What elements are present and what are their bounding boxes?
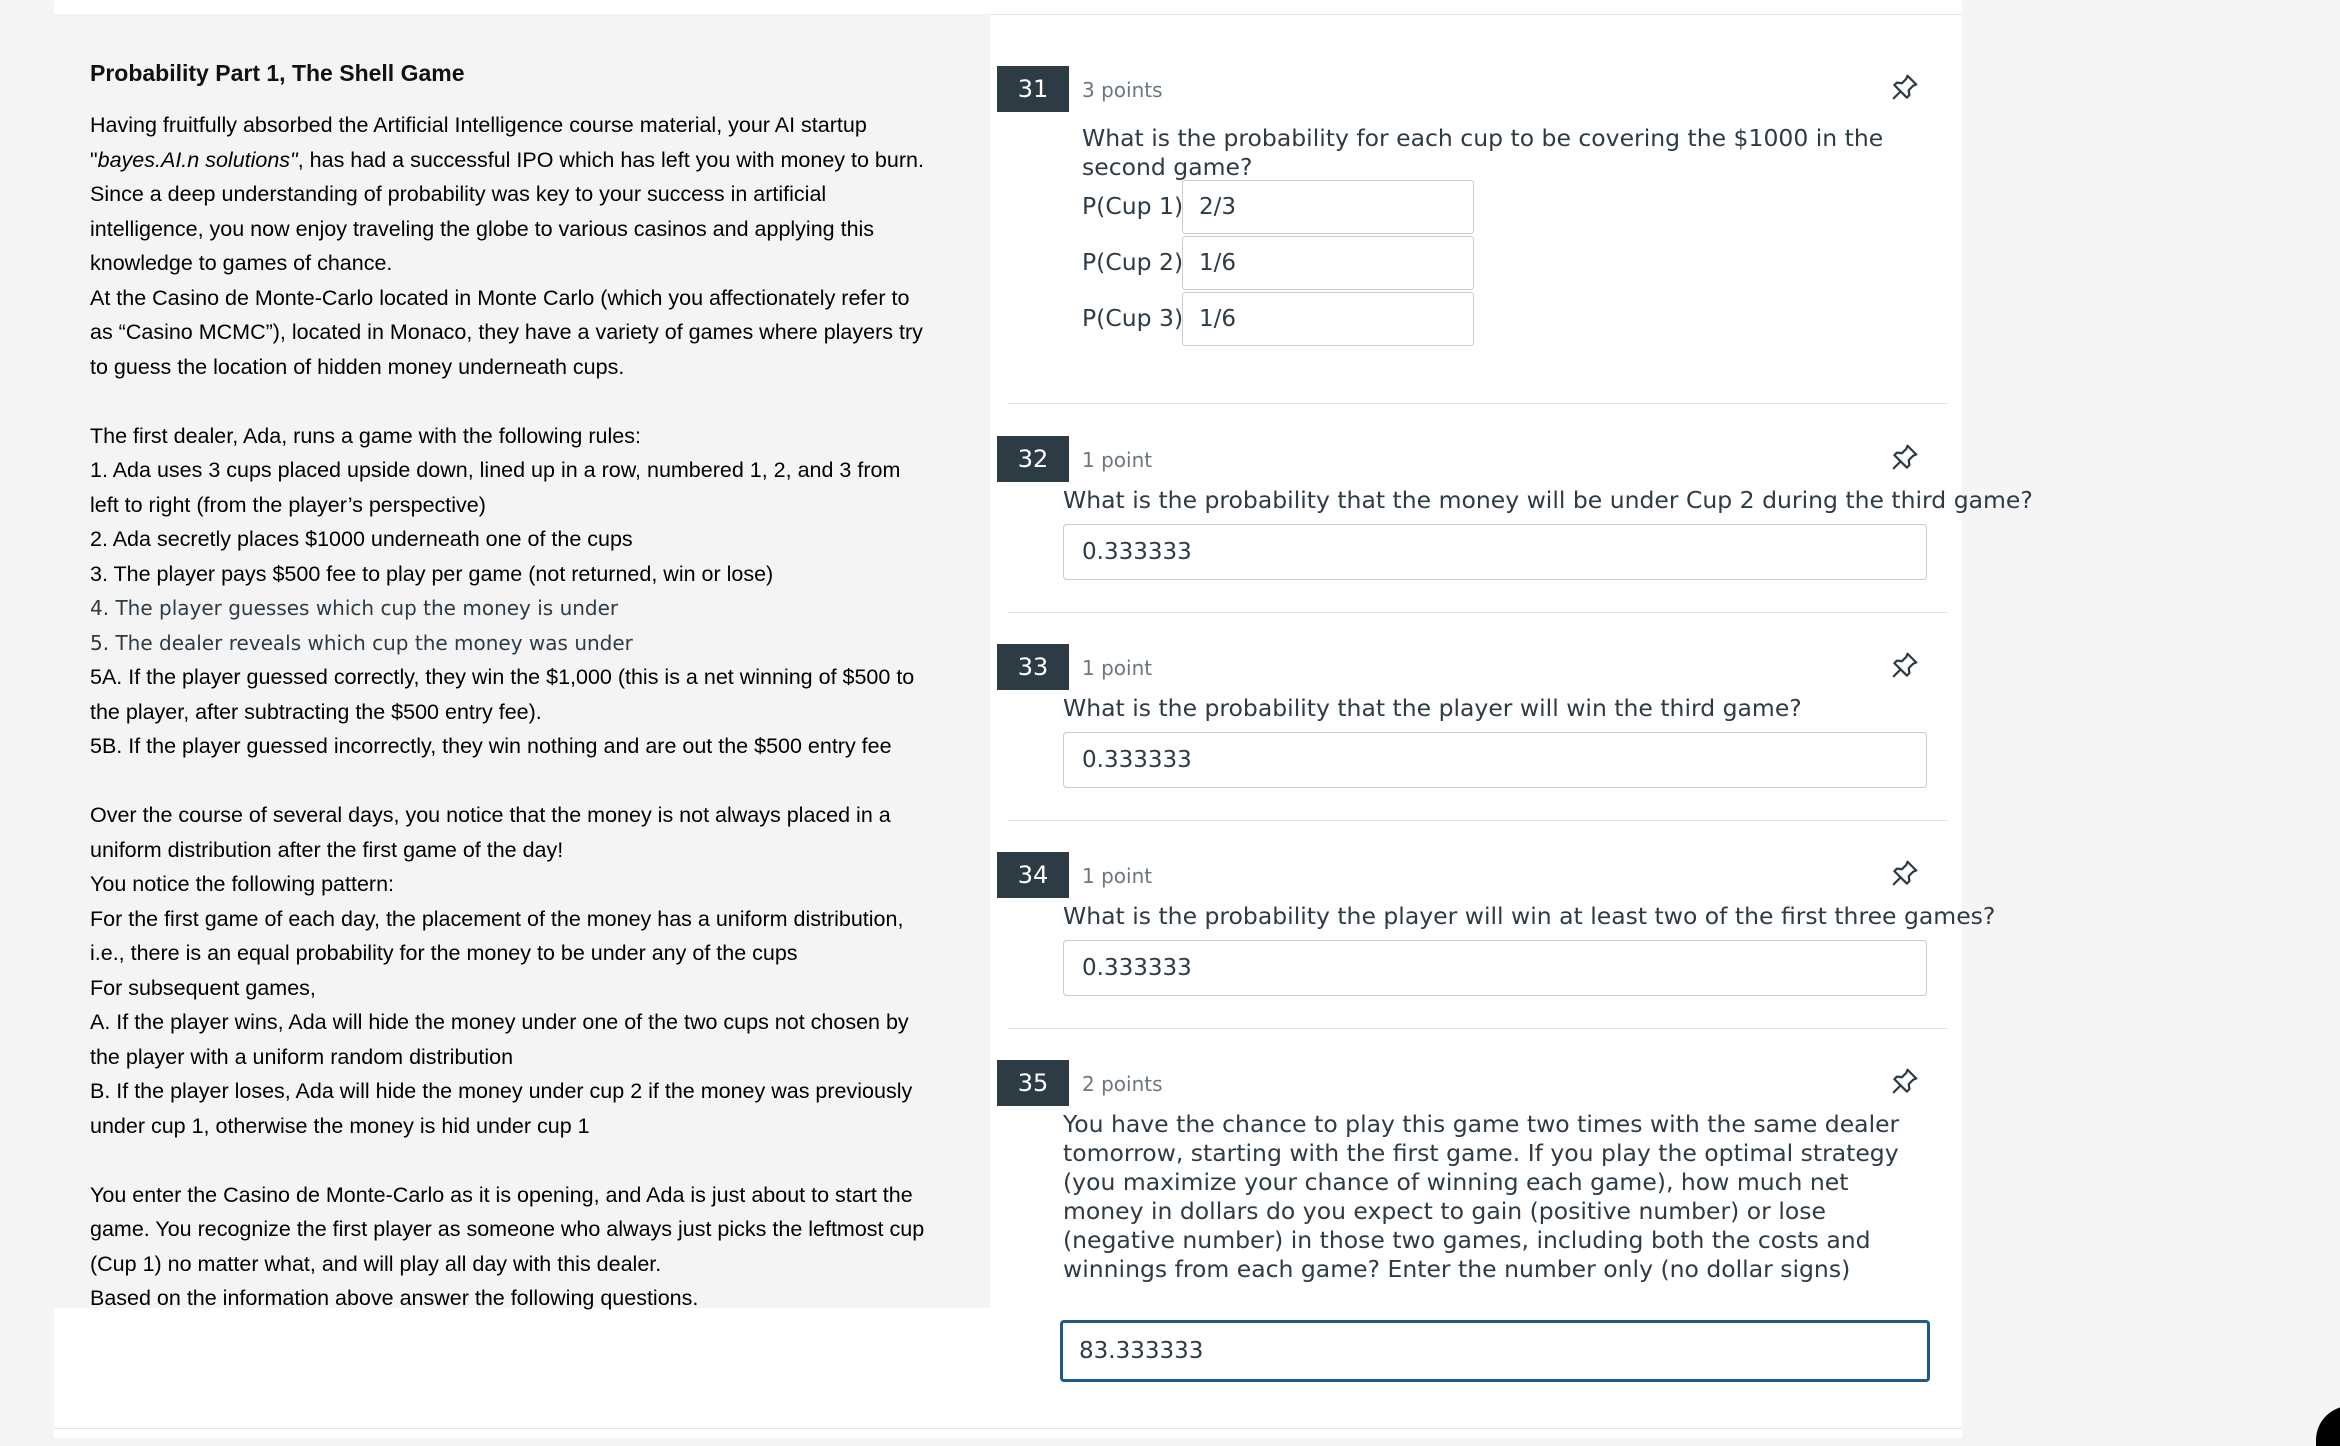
cup-probability-label: P(Cup 3):	[1082, 304, 1192, 332]
passage-line: 5B. If the player guessed incorrectly, t…	[90, 734, 892, 758]
answer-input[interactable]	[1063, 940, 1927, 996]
question-divider	[1008, 1028, 1948, 1029]
question-text: What is the probability the player will …	[1063, 902, 1996, 930]
passage-line: left to right (from the player’s perspec…	[90, 492, 486, 517]
question-divider	[1008, 612, 1948, 613]
passage-line: under cup 1, otherwise the money is hid …	[90, 1113, 590, 1138]
question-number-badge: 33	[997, 644, 1069, 690]
question-number-badge: 31	[997, 66, 1069, 112]
question-points: 3 points	[1082, 78, 1163, 102]
reading-passage: Probability Part 1, The Shell Game Havin…	[54, 14, 990, 1310]
answer-input[interactable]	[1060, 1320, 1930, 1382]
passage-title: Probability Part 1, The Shell Game	[90, 60, 465, 86]
passage-line: You enter the Casino de Monte-Carlo as i…	[90, 1182, 913, 1207]
question-text: What is the probability for each cup to …	[1082, 124, 1884, 181]
passage-line: 3. The player pays $500 fee to play per …	[90, 561, 774, 586]
question-points: 2 points	[1082, 1072, 1163, 1096]
question-text: What is the probability that the player …	[1063, 694, 1802, 722]
passage-line: Over the course of several days, you not…	[90, 803, 891, 827]
window-corner	[2316, 1406, 2340, 1446]
passage-line: For subsequent games,	[90, 975, 316, 1000]
question-text: What is the probability that the money w…	[1063, 486, 2033, 514]
passage-line: 2. Ada secretly places $1000 underneath …	[90, 527, 633, 551]
passage-line: uniform distribution after the first gam…	[90, 837, 564, 862]
passage-line: game. You recognize the first player as …	[90, 1217, 925, 1241]
passage-line: 5A. If the player guessed correctly, the…	[90, 665, 915, 689]
question-number-badge: 32	[997, 436, 1069, 482]
passage-line: 5. The dealer reveals which cup the mone…	[90, 630, 633, 655]
pin-icon[interactable]	[1890, 72, 1920, 102]
question-points: 1 point	[1082, 656, 1153, 680]
pin-icon[interactable]	[1890, 858, 1920, 888]
question-number-badge: 35	[997, 1060, 1069, 1106]
passage-line: Based on the information above answer th…	[90, 1286, 699, 1310]
passage-line: (Cup 1) no matter what, and will play al…	[90, 1251, 662, 1276]
passage-line: to guess the location of hidden money un…	[90, 354, 625, 379]
question-divider	[1008, 403, 1948, 404]
passage-line: intelligence, you now enjoy traveling th…	[90, 216, 875, 241]
pin-icon[interactable]	[1890, 442, 1920, 472]
cup3-probability-input[interactable]	[1182, 292, 1474, 346]
bottom-divider	[54, 1428, 1962, 1429]
passage-line: i.e., there is an equal probability for …	[90, 941, 798, 965]
pin-icon[interactable]	[1890, 650, 1920, 680]
answer-input[interactable]	[1063, 524, 1927, 580]
cup-probability-label: P(Cup 1):	[1082, 192, 1192, 220]
passage-line: the player with a uniform random distrib…	[90, 1044, 514, 1069]
passage-line: At the Casino de Monte-Carlo located in …	[90, 285, 910, 310]
passage-text: , has had a successful IPO which has lef…	[297, 147, 924, 172]
passage-line: as “Casino MCMC”), located in Monaco, th…	[90, 320, 923, 344]
passage-line: You notice the following pattern:	[90, 872, 395, 896]
question-text: You have the chance to play this game tw…	[1063, 1110, 1900, 1283]
passage-line: For the first game of each day, the plac…	[90, 906, 904, 931]
passage-line: 4. The player guesses which cup the mone…	[90, 596, 619, 620]
question-divider	[1008, 820, 1948, 821]
cup2-probability-input[interactable]	[1182, 236, 1474, 290]
startup-name: bayes.AI.n solutions"	[97, 147, 298, 172]
question-points: 1 point	[1082, 864, 1153, 888]
passage-line: the player, after subtracting the $500 e…	[90, 699, 542, 724]
quote-mark: "	[90, 147, 98, 172]
question-number-badge: 34	[997, 852, 1069, 898]
cup-probability-label: P(Cup 2):	[1082, 248, 1192, 276]
passage-line: A. If the player wins, Ada will hide the…	[90, 1010, 909, 1034]
passage-line: B. If the player loses, Ada will hide th…	[90, 1079, 913, 1103]
passage-line: The first dealer, Ada, runs a game with …	[90, 423, 641, 448]
passage-line: Since a deep understanding of probabilit…	[90, 182, 827, 206]
question-points: 1 point	[1082, 448, 1153, 472]
passage-line: knowledge to games of chance.	[90, 251, 393, 275]
answer-input[interactable]	[1063, 732, 1927, 788]
passage-line: Having fruitfully absorbed the Artificia…	[90, 113, 867, 137]
passage-line: "bayes.AI.n solutions", has had a succes…	[90, 143, 954, 178]
pin-icon[interactable]	[1890, 1066, 1920, 1096]
cup1-probability-input[interactable]	[1182, 180, 1474, 234]
passage-line: 1. Ada uses 3 cups placed upside down, l…	[90, 458, 901, 482]
